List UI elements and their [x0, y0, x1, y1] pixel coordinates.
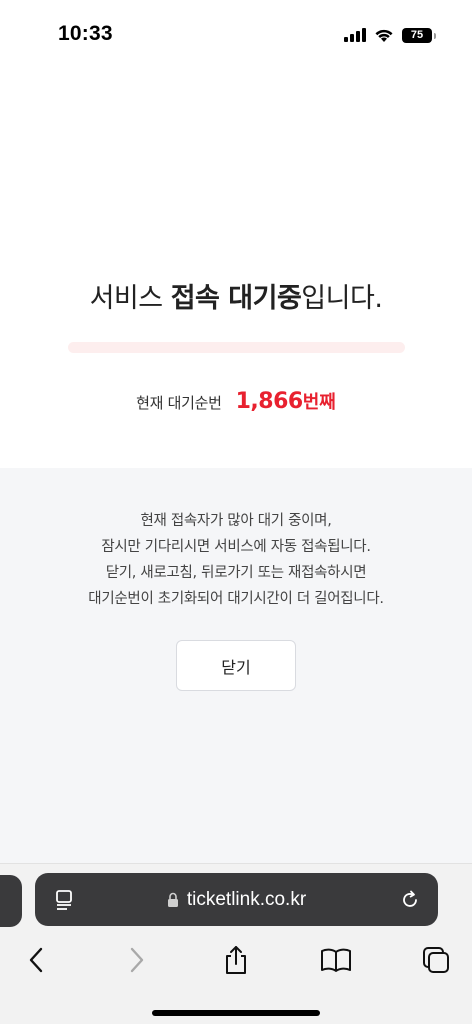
queue-number: 1,866	[235, 389, 304, 414]
battery-icon: 75	[402, 27, 436, 43]
address-bar[interactable]: ticketlink.co.kr	[35, 873, 438, 926]
browser-toolbar	[0, 940, 472, 980]
previous-tab-preview[interactable]	[0, 875, 22, 927]
share-icon	[226, 946, 246, 974]
status-icons: 75	[344, 24, 436, 46]
tabs-button[interactable]	[420, 944, 452, 976]
browser-bottom-bar: ticketlink.co.kr	[0, 863, 472, 1024]
tabs-icon	[423, 947, 449, 973]
lock-icon	[167, 892, 178, 907]
headline-suffix: 입니다.	[301, 283, 383, 314]
status-time: 10:33	[58, 22, 113, 45]
info-message-1: 현재 접속자가 많아 대기 중이며, 잠시만 기다리시면 서비스에 자동 접속됩…	[0, 508, 472, 560]
battery-level: 75	[410, 28, 424, 41]
back-icon	[29, 947, 43, 973]
queue-position: 현재 대기순번 1,866번째	[0, 388, 472, 414]
status-bar: 10:33 75	[0, 0, 472, 70]
info-line: 현재 접속자가 많아 대기 중이며,	[140, 513, 332, 529]
bookmarks-icon	[321, 948, 351, 972]
info-panel: 현재 접속자가 많아 대기 중이며, 잠시만 기다리시면 서비스에 자동 접속됩…	[0, 468, 472, 863]
close-button[interactable]: 닫기	[176, 640, 296, 691]
forward-button[interactable]	[121, 944, 153, 976]
address-center: ticketlink.co.kr	[35, 873, 438, 926]
queue-label: 현재 대기순번	[136, 394, 222, 412]
headline-emphasis: 접속 대기중	[170, 283, 302, 314]
wifi-icon	[375, 29, 393, 42]
info-message-2: 닫기, 새로고침, 뒤로가기 또는 재접속하시면 대기순번이 초기화되어 대기시…	[0, 560, 472, 612]
share-button[interactable]	[220, 944, 252, 976]
address-url: ticketlink.co.kr	[186, 888, 307, 910]
headline-prefix: 서비스	[89, 283, 171, 314]
queue-suffix: 번째	[302, 392, 336, 413]
cellular-signal-icon	[344, 28, 366, 42]
home-indicator	[152, 1010, 320, 1016]
waiting-headline: 서비스 접속 대기중입니다.	[0, 276, 472, 315]
bookmarks-button[interactable]	[320, 944, 352, 976]
info-line: 닫기, 새로고침, 뒤로가기 또는 재접속하시면	[105, 565, 367, 581]
reload-icon[interactable]	[398, 888, 422, 912]
waiting-panel: 서비스 접속 대기중입니다. 현재 대기순번 1,866번째	[0, 70, 472, 468]
back-button[interactable]	[20, 944, 52, 976]
forward-icon	[130, 947, 144, 973]
info-line: 대기순번이 초기화되어 대기시간이 더 길어집니다.	[88, 591, 384, 607]
waiting-progress-bar	[68, 342, 405, 353]
queue-value-group: 1,866번째	[236, 388, 336, 414]
info-line: 잠시만 기다리시면 서비스에 자동 접속됩니다.	[101, 539, 371, 555]
